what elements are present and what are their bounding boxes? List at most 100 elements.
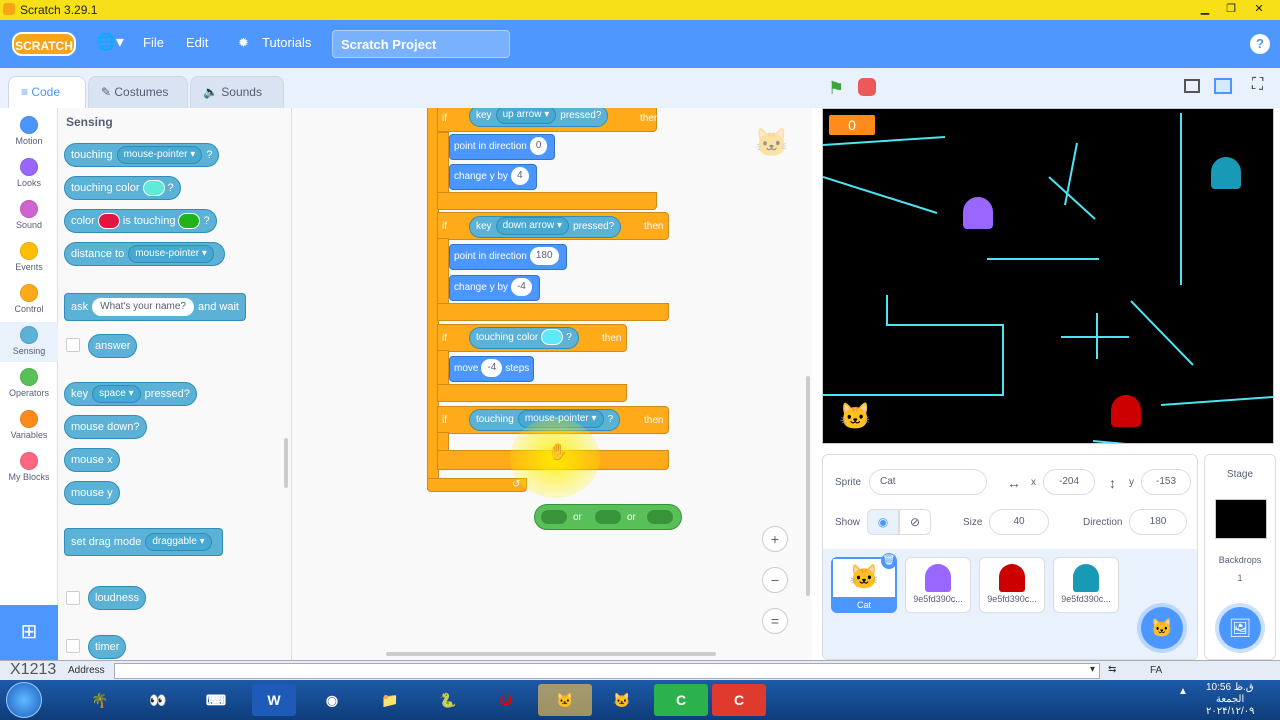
change-y-block-2[interactable]: change y by -4 xyxy=(449,275,540,301)
blue-ghost-sprite[interactable] xyxy=(1211,157,1241,189)
ask-and-wait-block[interactable]: ask What's your name? and wait xyxy=(64,293,246,321)
category-operators[interactable]: Operators xyxy=(0,368,58,398)
menu-file[interactable]: File xyxy=(143,35,164,50)
delete-sprite-icon[interactable]: 🗑 xyxy=(881,553,897,569)
show-visible-eye-icon[interactable]: ◉ xyxy=(867,509,899,535)
category-control[interactable]: Control xyxy=(0,284,58,314)
touching-block[interactable]: touching mouse-pointer ▾? xyxy=(64,143,220,167)
point-direction-block-2[interactable]: point in direction 180 xyxy=(449,244,567,270)
category-sensing[interactable]: Sensing xyxy=(0,322,58,362)
address-dropdown-icon[interactable]: ▾ xyxy=(1090,664,1095,675)
tab-costumes[interactable]: ✎ Costumes xyxy=(88,76,188,108)
zoom-reset-button[interactable]: = xyxy=(762,608,788,634)
category-events[interactable]: Events xyxy=(0,242,58,272)
or-slot-2[interactable] xyxy=(595,510,621,524)
fullscreen-icon[interactable]: ⛶ xyxy=(1252,76,1263,94)
add-sprite-button[interactable]: 🐱 xyxy=(1141,607,1183,649)
or-operator-block[interactable]: or or xyxy=(534,504,682,530)
small-stage-icon[interactable] xyxy=(1184,79,1200,93)
backdrop-thumbnail[interactable] xyxy=(1215,499,1267,539)
add-extension-button[interactable]: ⊞ xyxy=(0,605,58,660)
distance-to-block[interactable]: distance to mouse-pointer ▾ xyxy=(64,242,225,266)
maximize-button[interactable]: ❐ xyxy=(1220,1,1242,17)
answer-block[interactable]: answer xyxy=(88,334,138,358)
minimize-button[interactable]: ▁ xyxy=(1194,1,1216,17)
or-slot-3[interactable] xyxy=(647,510,673,524)
change-y-block-1[interactable]: change y by 4 xyxy=(449,164,537,190)
move-steps-block[interactable]: move -4 steps xyxy=(449,356,535,382)
chrome-app-icon[interactable]: ◉ xyxy=(310,684,354,716)
stage-canvas[interactable]: 0 🐱 xyxy=(822,108,1274,444)
category-my-blocks[interactable]: My Blocks xyxy=(0,452,58,482)
camtasia-red-icon[interactable]: C xyxy=(712,684,766,716)
touching-color-block[interactable]: touching color? xyxy=(64,176,181,200)
red-ghost-sprite[interactable] xyxy=(1111,395,1141,427)
zoom-out-button[interactable]: − xyxy=(762,567,788,593)
mouse-x-block[interactable]: mouse x xyxy=(64,448,120,472)
loudness-checkbox[interactable] xyxy=(66,591,80,605)
scratch-cat-taskbar-icon[interactable]: 🐱 xyxy=(600,684,644,716)
mouse-down-block[interactable]: mouse down? xyxy=(64,415,147,439)
scratch-logo[interactable]: SCRATCH xyxy=(12,32,76,56)
category-sound[interactable]: Sound xyxy=(0,200,58,230)
word-app-icon[interactable]: W xyxy=(252,684,296,716)
key-down-pressed-block[interactable]: key down arrow ▾ pressed? xyxy=(469,216,622,238)
tab-code[interactable]: ≡ Code xyxy=(8,76,86,108)
sprite-tile-blue[interactable]: 9e5fd390c... xyxy=(1053,557,1119,613)
timer-checkbox[interactable] xyxy=(66,639,80,653)
key-up-pressed-block[interactable]: key up arrow ▾ pressed? xyxy=(469,108,609,127)
project-title-input[interactable]: Scratch Project xyxy=(332,30,510,58)
tutorials-icon[interactable]: ✹ xyxy=(238,35,249,51)
cat-sprite[interactable]: 🐱 xyxy=(839,401,871,432)
sprite-name-input[interactable]: Cat xyxy=(869,469,987,495)
add-backdrop-button[interactable]: 🖼 xyxy=(1219,607,1261,649)
color-touching-block[interactable]: color is touching? xyxy=(64,209,217,233)
x-input[interactable]: -204 xyxy=(1043,469,1095,495)
sprite-tile-red[interactable]: 9e5fd390c... xyxy=(979,557,1045,613)
category-variables[interactable]: Variables xyxy=(0,410,58,440)
loudness-block[interactable]: loudness xyxy=(88,586,147,610)
keyboard-app-icon[interactable]: ⌨ xyxy=(194,684,238,716)
purple-ghost-sprite[interactable] xyxy=(963,197,993,229)
y-input[interactable]: -153 xyxy=(1141,469,1191,495)
timer-block[interactable]: timer xyxy=(88,635,127,659)
size-input[interactable]: 40 xyxy=(989,509,1049,535)
sprite-tile-purple[interactable]: 9e5fd390c... xyxy=(905,557,971,613)
category-motion[interactable]: Motion xyxy=(0,116,58,146)
clock-time[interactable]: 10:56 ق.ظ xyxy=(1206,682,1254,693)
green-flag-icon[interactable]: ⚑ xyxy=(828,78,844,99)
set-drag-mode-block[interactable]: set drag mode draggable ▾ xyxy=(64,528,223,556)
mouse-y-block[interactable]: mouse y xyxy=(64,481,120,505)
code-vscrollbar[interactable] xyxy=(806,376,810,596)
code-hscrollbar[interactable] xyxy=(386,652,716,656)
pdf-app-icon[interactable]: ⛁ xyxy=(484,684,528,716)
touching-color-script-block[interactable]: touching color? xyxy=(469,327,579,349)
language-globe-icon[interactable]: 🌐▾ xyxy=(96,32,124,52)
start-button-icon[interactable] xyxy=(6,682,42,718)
python-app-icon[interactable]: 🐍 xyxy=(426,684,470,716)
explorer-app-icon[interactable]: 📁 xyxy=(368,684,412,716)
scratch-taskbar-icon[interactable]: 🐱 xyxy=(538,684,592,716)
key-pressed-block[interactable]: key space ▾ pressed? xyxy=(64,382,197,406)
stop-icon[interactable] xyxy=(858,78,876,96)
point-direction-block-1[interactable]: point in direction 0 xyxy=(449,134,556,160)
menu-tutorials[interactable]: Tutorials xyxy=(262,35,311,50)
tray-up-arrow-icon[interactable]: ▲ xyxy=(1178,686,1188,697)
camtasia-green-icon[interactable]: C xyxy=(654,684,708,716)
menu-edit[interactable]: Edit xyxy=(186,35,208,50)
close-button[interactable]: ✕ xyxy=(1248,1,1270,17)
help-icon[interactable]: ? xyxy=(1250,34,1270,54)
category-looks[interactable]: Looks xyxy=(0,158,58,188)
game-app-icon[interactable]: 🌴 xyxy=(78,684,122,716)
answer-checkbox[interactable] xyxy=(66,338,80,352)
large-stage-icon[interactable] xyxy=(1214,78,1232,94)
language-indicator[interactable]: FA xyxy=(1150,665,1162,676)
or-slot-1[interactable] xyxy=(541,510,567,524)
zoom-in-button[interactable]: + xyxy=(762,526,788,552)
palette-scrollbar[interactable] xyxy=(284,438,288,488)
eyes-app-icon[interactable]: 👀 xyxy=(136,684,180,716)
tab-sounds[interactable]: 🔈 Sounds xyxy=(190,76,284,108)
show-hidden-eye-icon[interactable]: ⊘ xyxy=(899,509,931,535)
direction-input[interactable]: 180 xyxy=(1129,509,1187,535)
address-input[interactable] xyxy=(114,663,1100,679)
